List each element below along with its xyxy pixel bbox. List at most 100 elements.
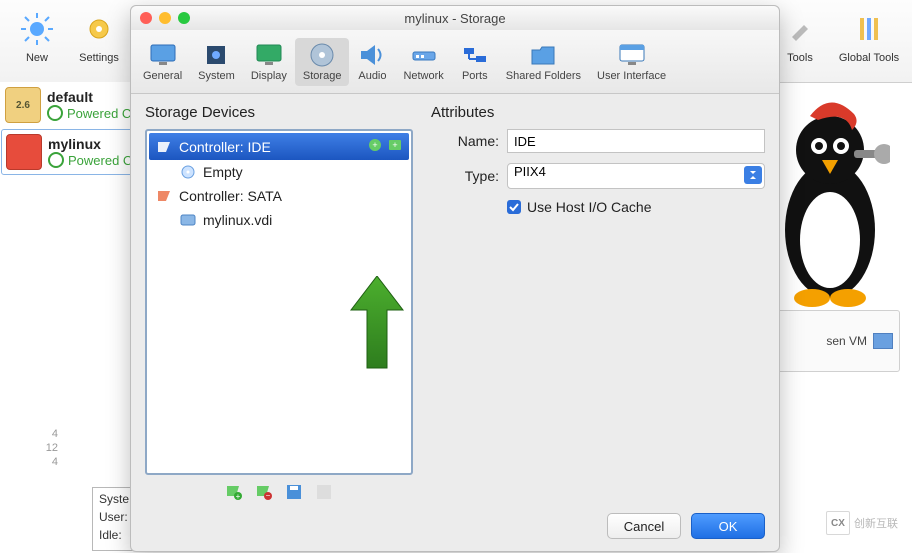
tree-controller-ide[interactable]: Controller: IDE + +	[149, 133, 409, 160]
modal-footer: Cancel OK	[131, 505, 779, 551]
vm-status: Powered C	[48, 152, 132, 168]
floppy-icon[interactable]	[285, 483, 303, 501]
type-label: Type:	[431, 168, 499, 184]
disabled-icon	[315, 483, 333, 501]
optical-disc-icon	[179, 164, 197, 180]
tab-label: System	[198, 70, 235, 82]
tree-empty-drive[interactable]: Empty	[149, 160, 409, 184]
type-value: PIIX4	[514, 164, 546, 179]
cache-label: Use Host I/O Cache	[527, 199, 652, 215]
tab-label: Shared Folders	[506, 70, 581, 82]
cancel-button[interactable]: Cancel	[607, 513, 681, 539]
chevron-down-icon	[744, 166, 762, 184]
tab-network[interactable]: Network	[395, 38, 451, 86]
tab-label: Audio	[358, 70, 386, 82]
svg-text:−: −	[266, 491, 271, 500]
global-tools-button[interactable]: Global Tools	[834, 4, 904, 64]
preview-panel: sen VM	[772, 310, 900, 372]
hard-disk-icon	[179, 212, 197, 228]
section-title: Storage Devices	[145, 104, 413, 121]
svg-text:+: +	[392, 140, 397, 150]
tab-label: Network	[403, 70, 443, 82]
folder-icon	[528, 40, 558, 70]
modal-title: mylinux - Storage	[131, 11, 779, 26]
tab-audio[interactable]: Audio	[349, 38, 395, 86]
controller-icon	[155, 188, 173, 204]
global-tools-label: Global Tools	[839, 52, 899, 64]
tools-label: Tools	[787, 52, 813, 64]
settings-button[interactable]: Settings	[70, 4, 128, 64]
ports-icon	[460, 40, 490, 70]
svg-text:+: +	[236, 492, 241, 501]
tab-system[interactable]: System	[190, 38, 243, 86]
new-button[interactable]: New	[8, 4, 66, 64]
line-numbers: 4 12 4	[18, 423, 64, 469]
tab-label: User Interface	[597, 70, 666, 82]
monitor-icon	[148, 40, 178, 70]
add-optical-icon[interactable]: +	[367, 137, 383, 156]
gear-icon	[80, 10, 118, 48]
speaker-icon	[357, 40, 387, 70]
watermark: CX 创新互联	[826, 511, 898, 535]
tools-icon	[781, 10, 819, 48]
preview-thumb-icon	[873, 333, 893, 349]
storage-devices-panel: Storage Devices Controller: IDE + + Empt…	[145, 104, 413, 505]
tree-controller-sata[interactable]: Controller: SATA	[149, 184, 409, 208]
preview-text: sen VM	[826, 334, 867, 348]
tree-label: Controller: IDE	[179, 139, 271, 155]
tab-display[interactable]: Display	[243, 38, 295, 86]
vm-icon-default: 2.6	[5, 87, 41, 123]
vm-list: 2.6 default Powered C mylinux Powered C	[0, 82, 150, 422]
vm-icon-mylinux	[6, 134, 42, 170]
settings-label: Settings	[79, 52, 119, 64]
chip-icon	[201, 40, 231, 70]
tab-storage[interactable]: Storage	[295, 38, 350, 86]
disk-icon	[307, 40, 337, 70]
watermark-text: 创新互联	[854, 515, 898, 531]
remove-controller-icon[interactable]: −	[255, 483, 273, 501]
storage-tree[interactable]: Controller: IDE + + Empty Controller: SA…	[145, 129, 413, 475]
tab-label: Storage	[303, 70, 342, 82]
modal-titlebar[interactable]: mylinux - Storage	[131, 6, 779, 30]
tab-general[interactable]: General	[135, 38, 190, 86]
sun-icon	[18, 10, 56, 48]
attributes-panel: Attributes Name: Type: PIIX4 Use Host I/	[431, 104, 765, 505]
vm-status: Powered C	[47, 105, 131, 121]
global-tools-icon	[850, 10, 888, 48]
tree-label: Controller: SATA	[179, 188, 282, 204]
tree-vdi-file[interactable]: mylinux.vdi	[149, 208, 409, 232]
tree-toolbar: + −	[145, 475, 413, 505]
ui-icon	[617, 40, 647, 70]
name-input[interactable]	[507, 129, 765, 153]
tree-label: mylinux.vdi	[203, 212, 272, 228]
network-icon	[409, 40, 439, 70]
vm-entry-mylinux[interactable]: mylinux Powered C	[1, 129, 149, 175]
arrow-annotation	[347, 276, 407, 376]
vm-name: default	[47, 89, 131, 105]
storage-settings-dialog: mylinux - Storage General System Display…	[130, 5, 780, 552]
tab-shared-folders[interactable]: Shared Folders	[498, 38, 589, 86]
new-label: New	[26, 52, 48, 64]
penguin-mascot	[770, 80, 890, 310]
modal-toolbar: General System Display Storage Audio Net…	[131, 30, 779, 94]
vm-name: mylinux	[48, 136, 132, 152]
tab-label: Display	[251, 70, 287, 82]
add-hard-disk-icon[interactable]: +	[387, 137, 403, 156]
vm-entry-default[interactable]: 2.6 default Powered C	[0, 82, 150, 128]
tree-label: Empty	[203, 164, 243, 180]
add-controller-icon[interactable]: +	[225, 483, 243, 501]
type-select[interactable]: PIIX4	[507, 163, 765, 189]
modal-body: Storage Devices Controller: IDE + + Empt…	[131, 94, 779, 505]
tab-ports[interactable]: Ports	[452, 38, 498, 86]
name-label: Name:	[431, 133, 499, 149]
ok-button[interactable]: OK	[691, 513, 765, 539]
section-title: Attributes	[431, 104, 765, 121]
svg-text:+: +	[372, 140, 377, 150]
tab-user-interface[interactable]: User Interface	[589, 38, 674, 86]
host-io-cache-checkbox[interactable]	[507, 200, 521, 214]
tab-label: Ports	[462, 70, 488, 82]
controller-icon	[155, 139, 173, 155]
tab-label: General	[143, 70, 182, 82]
display-icon	[254, 40, 284, 70]
watermark-icon: CX	[826, 511, 850, 535]
